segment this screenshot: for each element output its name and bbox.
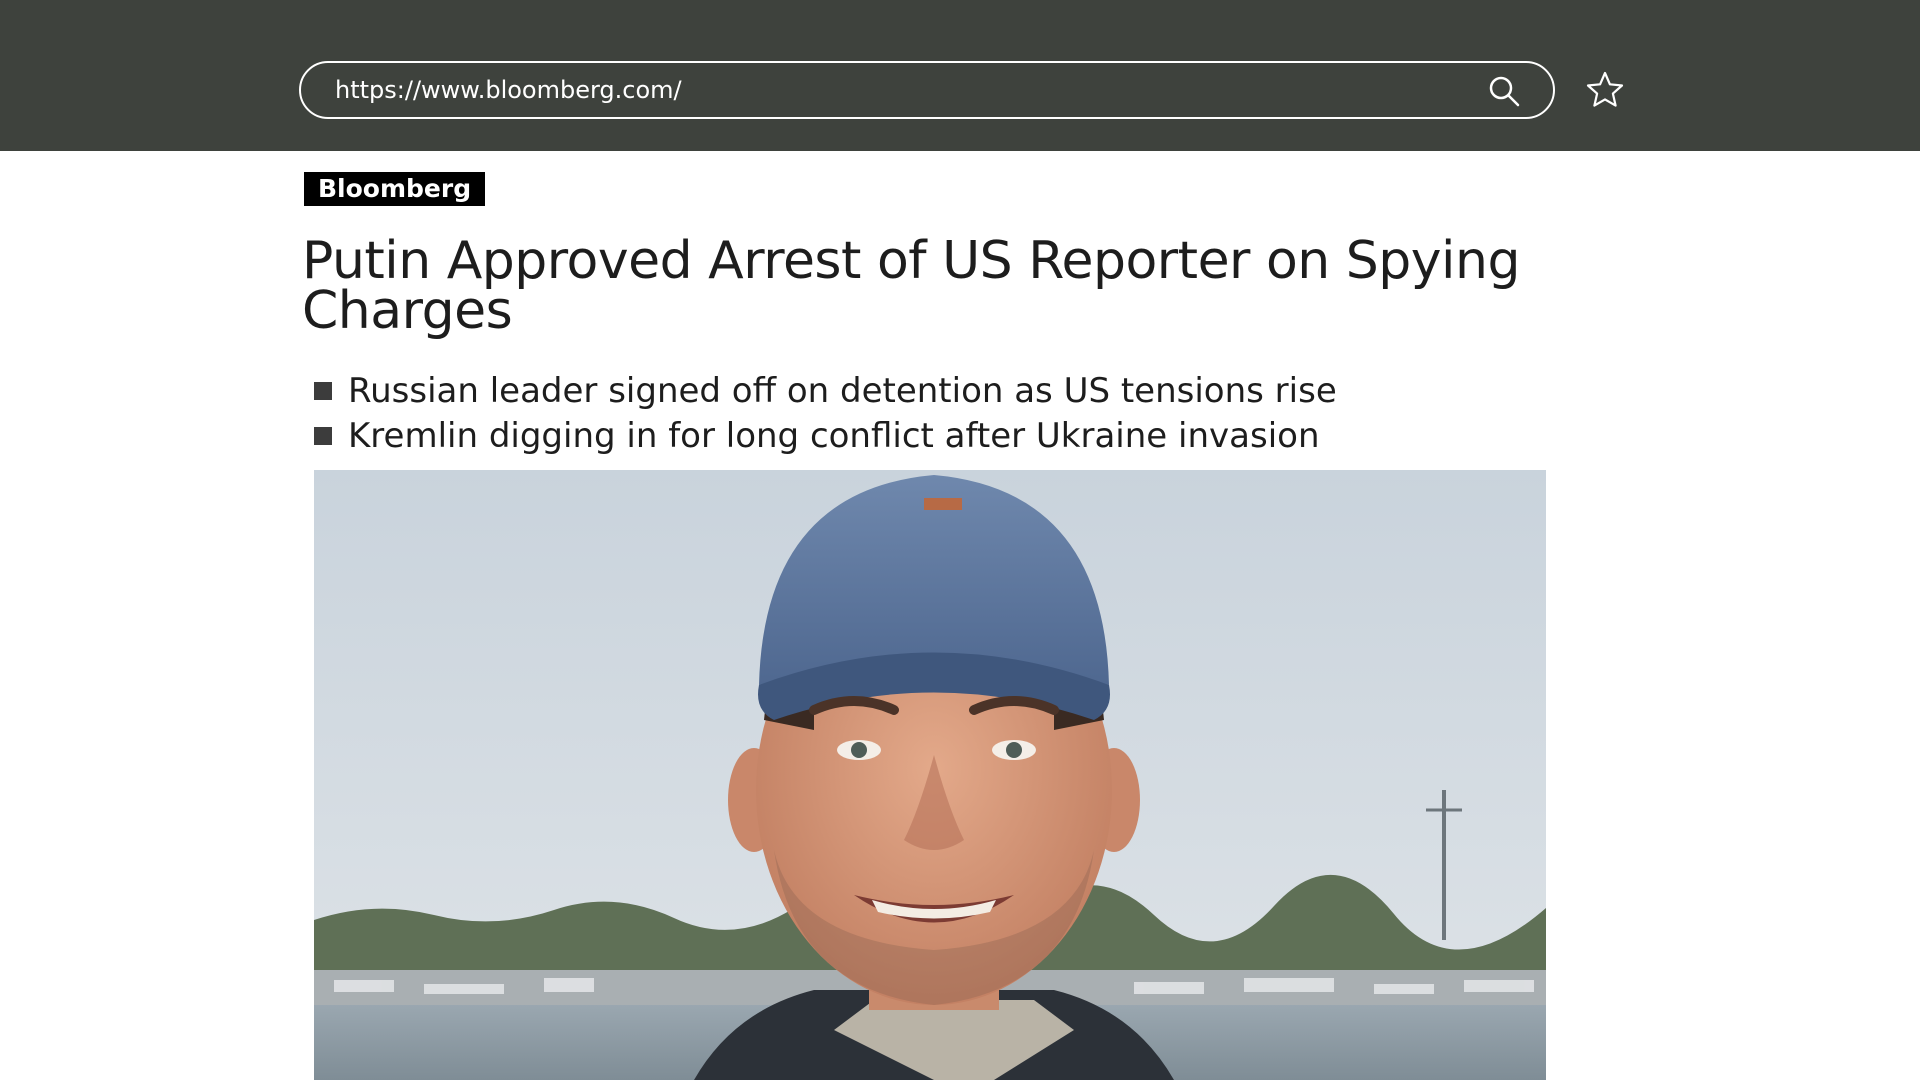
article-photo [314,470,1546,1080]
portrait-illustration [314,470,1546,1080]
search-icon[interactable] [1487,74,1521,108]
browser-toolbar: https://www.bloomberg.com/ [0,0,1920,151]
bullet-square-icon [314,381,332,400]
summary-bullet: Russian leader signed off on detention a… [314,368,1337,413]
summary-bullet: Kremlin digging in for long conflict aft… [314,413,1337,458]
summary-text: Russian leader signed off on detention a… [348,370,1337,411]
summary-text: Kremlin digging in for long conflict aft… [348,415,1320,456]
bullet-square-icon [314,426,332,445]
article-headline: Putin Approved Arrest of US Reporter on … [302,231,1520,341]
article-summary-list: Russian leader signed off on detention a… [314,368,1337,458]
star-icon[interactable] [1585,70,1625,110]
url-text[interactable]: https://www.bloomberg.com/ [335,76,682,104]
address-bar[interactable]: https://www.bloomberg.com/ [299,61,1555,119]
brand-logo[interactable]: Bloomberg [304,172,486,206]
